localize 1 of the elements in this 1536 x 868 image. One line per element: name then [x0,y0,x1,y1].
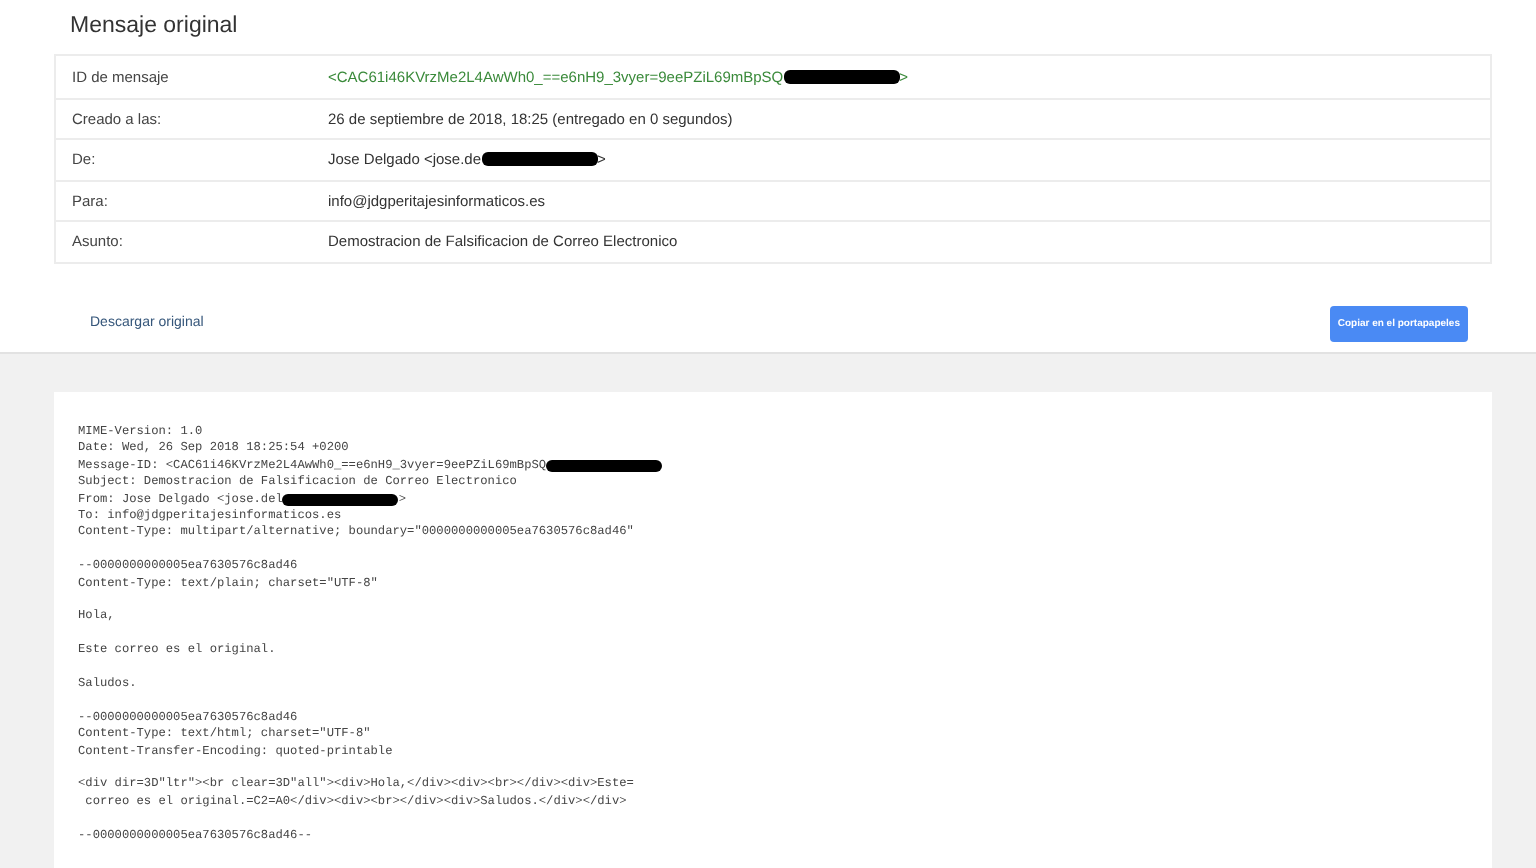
page-title: Mensaje original [70,12,240,42]
